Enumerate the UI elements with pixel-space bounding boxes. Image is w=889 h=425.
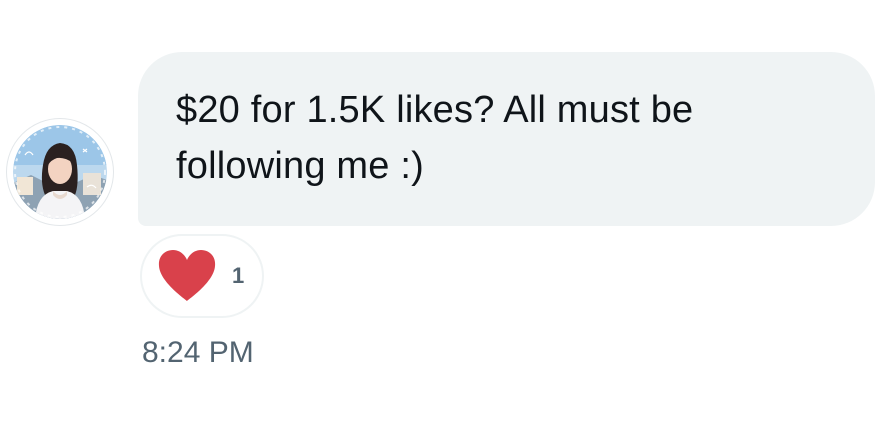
message-bubble[interactable]: $20 for 1.5K likes? All must be followin…: [138, 52, 875, 226]
dm-conversation: $20 for 1.5K likes? All must be followin…: [0, 0, 889, 425]
message-text: $20 for 1.5K likes? All must be followin…: [176, 89, 694, 187]
heart-icon: [158, 250, 216, 301]
reaction-badge[interactable]: 1: [140, 234, 264, 318]
reaction-count: 1: [232, 263, 245, 288]
message-timestamp: 8:24 PM: [142, 336, 254, 369]
sender-avatar[interactable]: [6, 118, 114, 226]
avatar-photo: [13, 125, 107, 219]
